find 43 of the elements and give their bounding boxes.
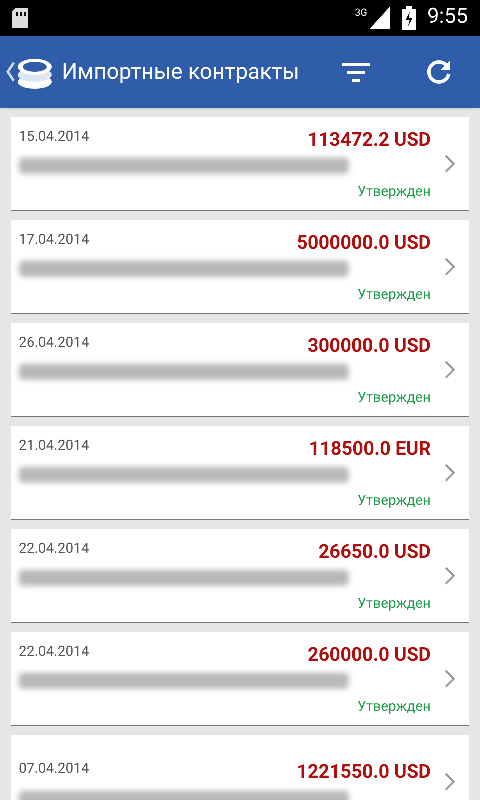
clock: 9:55 [428, 4, 468, 32]
contract-amount: 300000.0 USD [308, 332, 431, 359]
chevron-right-icon [445, 772, 455, 790]
sim-card-icon [12, 8, 28, 28]
contract-card[interactable]: 22.04.2014 26650.0 USD Утвержден [11, 529, 469, 623]
contract-card[interactable]: 07.04.2014 1221550.0 USD [11, 735, 469, 800]
contract-card[interactable]: 15.04.2014 113472.2 USD Утвержден [11, 117, 469, 211]
contract-date: 15.04.2014 [19, 128, 90, 147]
contract-amount: 118500.0 EUR [309, 436, 431, 462]
contract-card[interactable]: 17.04.2014 5000000.0 USD Утвержден [11, 220, 469, 314]
battery-icon [402, 6, 416, 30]
contract-date: 22.04.2014 [19, 642, 90, 662]
contract-status: Утвержден [358, 286, 431, 306]
contract-date: 07.04.2014 [19, 760, 90, 780]
chevron-right-icon [445, 670, 455, 688]
chevron-right-icon [445, 258, 455, 276]
contract-status: Утвержден [358, 698, 431, 718]
signal-icon [370, 7, 390, 29]
contract-date: 21.04.2014 [19, 436, 90, 456]
contract-card[interactable]: 26.04.2014 300000.0 USD Утвержден [11, 323, 469, 417]
chevron-right-icon [445, 566, 455, 584]
chevron-right-icon [445, 360, 455, 378]
refresh-icon [426, 59, 452, 85]
contract-status: Утвержден [358, 183, 431, 202]
contract-card[interactable]: 22.04.2014 260000.0 USD Утвержден [11, 632, 469, 726]
contract-amount: 260000.0 USD [308, 642, 431, 668]
contract-date: 26.04.2014 [19, 334, 90, 353]
contract-amount: 5000000.0 USD [296, 230, 431, 256]
contract-amount: 1221550.0 USD [296, 759, 431, 786]
contract-date: 22.04.2014 [19, 540, 90, 559]
filter-icon [342, 62, 370, 82]
contract-status: Утвержден [358, 389, 431, 408]
back-chevron-icon [6, 61, 16, 83]
contract-status: Утвержден [358, 595, 431, 614]
contract-status: Утвержден [358, 492, 431, 512]
contract-card[interactable]: 21.04.2014 118500.0 EUR Утвержден [11, 426, 469, 520]
contract-amount: 26650.0 USD [318, 538, 431, 565]
chevron-right-icon [445, 154, 455, 172]
network-type: 3G [355, 7, 368, 21]
contract-date: 17.04.2014 [19, 230, 90, 250]
chevron-right-icon [445, 464, 455, 482]
screen-title: Импортные контракты [62, 58, 300, 86]
contract-amount: 113472.2 USD [308, 126, 431, 153]
